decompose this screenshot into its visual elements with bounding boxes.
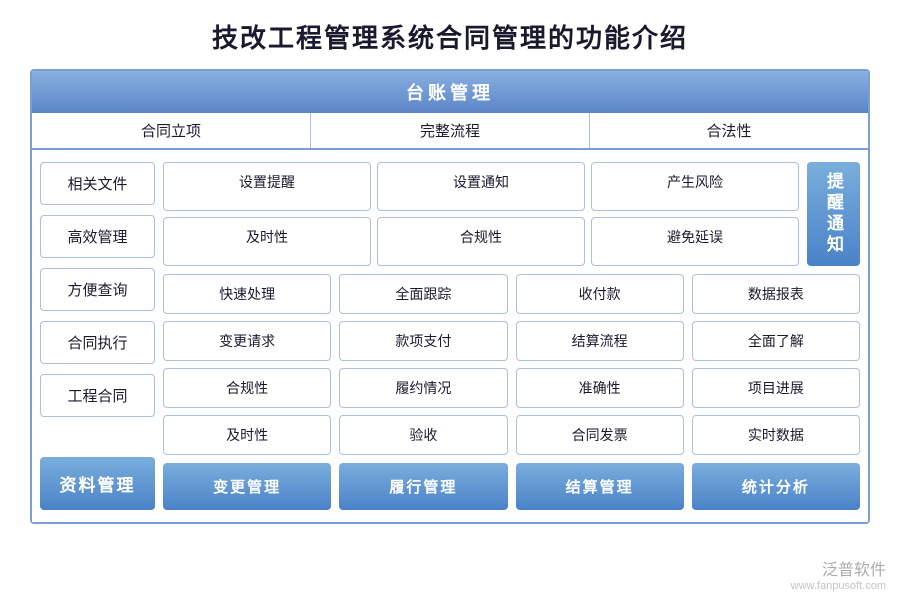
- notify-cell-1-0[interactable]: 及时性: [163, 217, 371, 266]
- left-item-3[interactable]: 合同执行: [40, 321, 155, 364]
- watermark-logo: 泛普软件: [791, 556, 886, 580]
- module-1-item-0[interactable]: 全面跟踪: [339, 274, 507, 314]
- module-3-item-3[interactable]: 实时数据: [692, 415, 860, 455]
- module-1-item-1[interactable]: 款项支付: [339, 321, 507, 361]
- module-bottom-btn-2[interactable]: 结算管理: [516, 463, 684, 510]
- left-item-2[interactable]: 方便查询: [40, 268, 155, 311]
- left-items: 相关文件高效管理方便查询合同执行工程合同: [40, 162, 155, 457]
- module-col-3: 数据报表全面了解项目进展实时数据统计分析: [692, 274, 860, 510]
- notify-cell-0-0[interactable]: 设置提醒: [163, 162, 371, 211]
- bottom-cols: 快速处理变更请求合规性及时性变更管理全面跟踪款项支付履约情况验收履行管理收付款结…: [163, 274, 860, 510]
- module-0-item-3[interactable]: 及时性: [163, 415, 331, 455]
- main-title: 技改工程管理系统合同管理的功能介绍: [0, 0, 900, 69]
- left-bottom-btn[interactable]: 资料管理: [40, 457, 155, 510]
- left-col: 相关文件高效管理方便查询合同执行工程合同 资料管理: [40, 162, 155, 510]
- notify-cell-0-2[interactable]: 产生风险: [591, 162, 799, 211]
- module-3-item-2[interactable]: 项目进展: [692, 368, 860, 408]
- notify-cell-1-1[interactable]: 合规性: [377, 217, 585, 266]
- tixing-box: 提醒通知: [807, 162, 860, 266]
- sub-header-0: 合同立项: [32, 113, 311, 148]
- module-bottom-btn-0[interactable]: 变更管理: [163, 463, 331, 510]
- module-1-item-2[interactable]: 履约情况: [339, 368, 507, 408]
- module-items-1: 全面跟踪款项支付履约情况验收: [339, 274, 507, 463]
- notify-cell-0-1[interactable]: 设置通知: [377, 162, 585, 211]
- left-item-0[interactable]: 相关文件: [40, 162, 155, 205]
- notify-grid: 设置提醒设置通知产生风险及时性合规性避免延误: [163, 162, 799, 266]
- content-area: 相关文件高效管理方便查询合同执行工程合同 资料管理 设置提醒设置通知产生风险及时…: [32, 150, 868, 522]
- module-0-item-1[interactable]: 变更请求: [163, 321, 331, 361]
- left-item-4[interactable]: 工程合同: [40, 374, 155, 417]
- watermark: 泛普软件 www.fanpusoft.com: [791, 556, 886, 592]
- sub-header-2: 合法性: [590, 113, 868, 148]
- module-0-item-0[interactable]: 快速处理: [163, 274, 331, 314]
- sub-header-row: 合同立项完整流程合法性: [32, 113, 868, 150]
- module-bottom-btn-3[interactable]: 统计分析: [692, 463, 860, 510]
- notify-cell-1-2[interactable]: 避免延误: [591, 217, 799, 266]
- module-0-item-2[interactable]: 合规性: [163, 368, 331, 408]
- module-3-item-0[interactable]: 数据报表: [692, 274, 860, 314]
- module-items-2: 收付款结算流程准确性合同发票: [516, 274, 684, 463]
- module-1-item-3[interactable]: 验收: [339, 415, 507, 455]
- module-col-1: 全面跟踪款项支付履约情况验收履行管理: [339, 274, 507, 510]
- module-items-3: 数据报表全面了解项目进展实时数据: [692, 274, 860, 463]
- mid-cols: 设置提醒设置通知产生风险及时性合规性避免延误 提醒通知 快速处理变更请求合规性及…: [163, 162, 860, 510]
- module-2-item-1[interactable]: 结算流程: [516, 321, 684, 361]
- sub-header-1: 完整流程: [311, 113, 590, 148]
- module-2-item-3[interactable]: 合同发票: [516, 415, 684, 455]
- module-bottom-btn-1[interactable]: 履行管理: [339, 463, 507, 510]
- tazhang-header: 台账管理: [32, 71, 868, 113]
- left-item-1[interactable]: 高效管理: [40, 215, 155, 258]
- module-items-0: 快速处理变更请求合规性及时性: [163, 274, 331, 463]
- top-notify-row: 设置提醒设置通知产生风险及时性合规性避免延误 提醒通知: [163, 162, 860, 266]
- module-2-item-0[interactable]: 收付款: [516, 274, 684, 314]
- module-3-item-1[interactable]: 全面了解: [692, 321, 860, 361]
- module-2-item-2[interactable]: 准确性: [516, 368, 684, 408]
- module-col-0: 快速处理变更请求合规性及时性变更管理: [163, 274, 331, 510]
- module-col-2: 收付款结算流程准确性合同发票结算管理: [516, 274, 684, 510]
- outer-container: 台账管理 合同立项完整流程合法性 相关文件高效管理方便查询合同执行工程合同 资料…: [30, 69, 870, 524]
- watermark-url: www.fanpusoft.com: [791, 580, 886, 592]
